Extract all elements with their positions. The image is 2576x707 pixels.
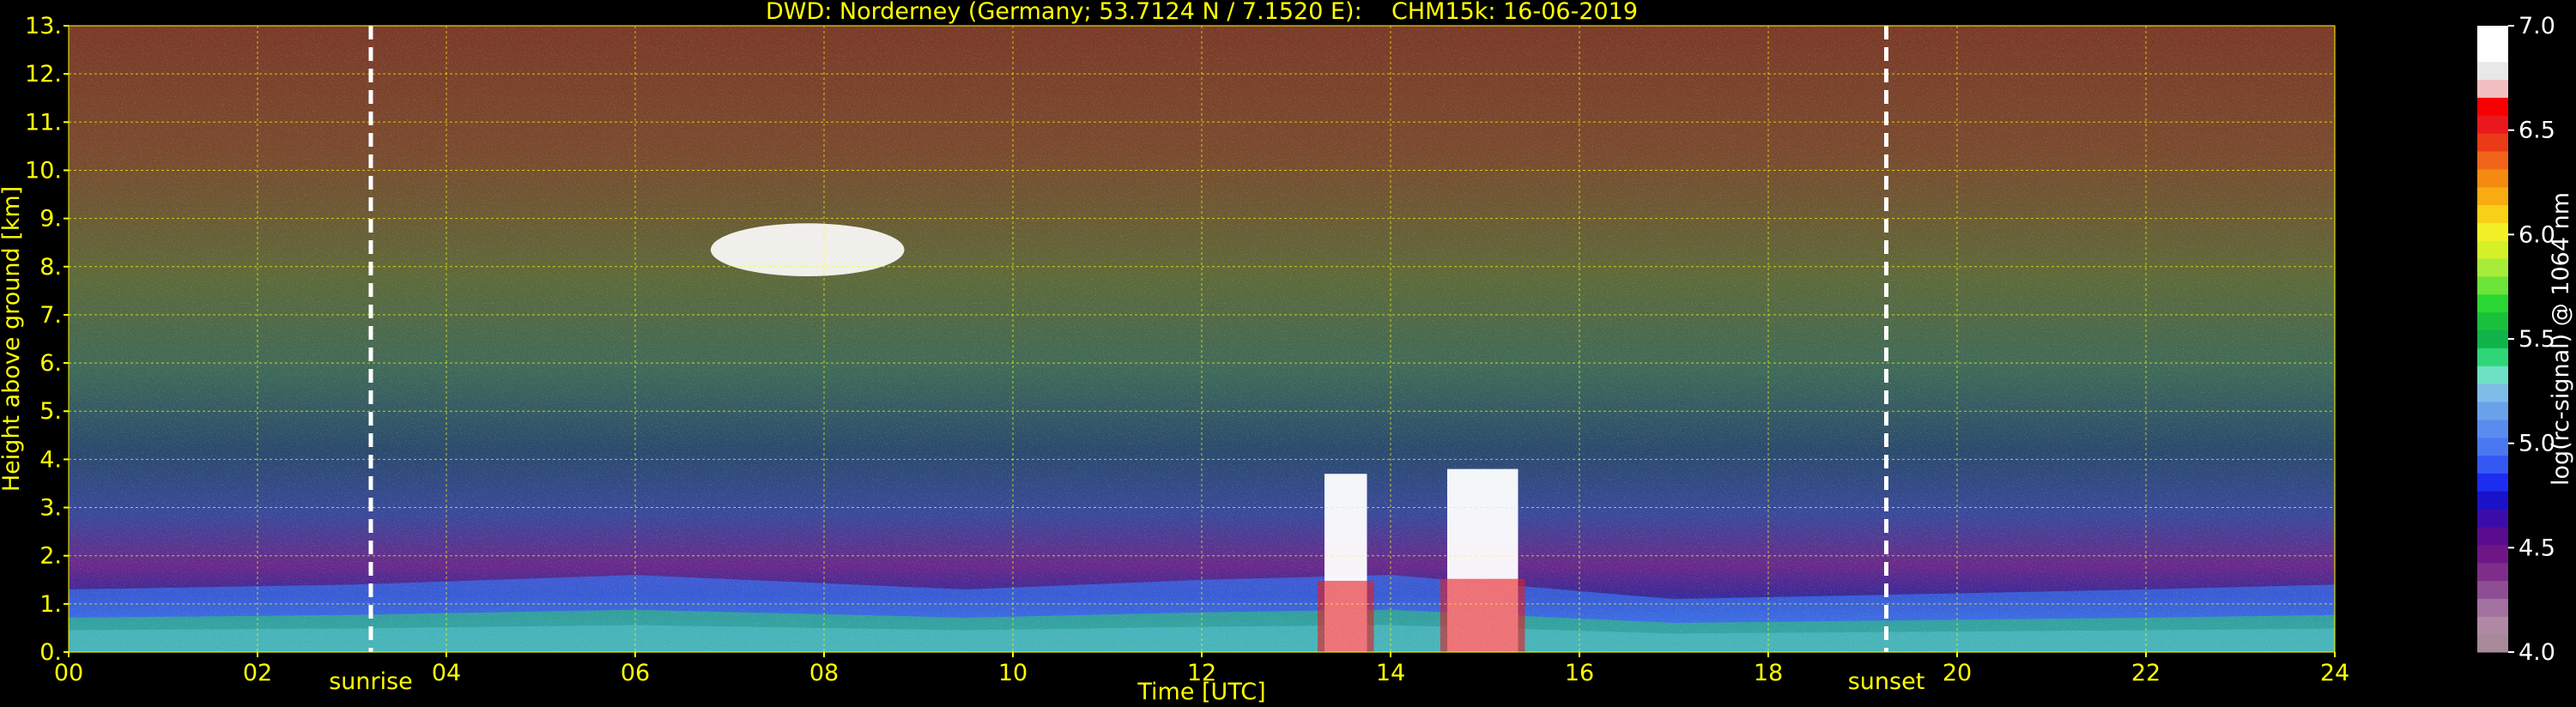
colorbar-band: [2477, 43, 2508, 63]
colorbar-band: [2477, 258, 2508, 277]
colorbar-band: [2477, 616, 2508, 635]
colorbar-band: [2477, 311, 2508, 331]
y-tick-label: 11.: [25, 109, 62, 136]
colorbar-band: [2477, 509, 2508, 528]
x-tick-label: 08: [809, 660, 839, 686]
colorbar-band: [2477, 562, 2508, 582]
colorbar-band: [2477, 419, 2508, 438]
event-labels: sunrise sunset: [329, 668, 1924, 695]
colorbar-band: [2477, 402, 2508, 420]
x-tick-label: 02: [243, 660, 272, 686]
y-tick-label: 5.: [39, 398, 62, 425]
colorbar-band: [2477, 186, 2508, 206]
colorbar: 4.04.55.05.56.06.57.0: [2477, 13, 2555, 666]
colorbar-band: [2477, 133, 2508, 152]
y-tick-label: 13.: [25, 13, 62, 39]
colorbar-band: [2477, 61, 2508, 81]
x-tick-label: 20: [1943, 660, 1972, 686]
colorbar-band: [2477, 455, 2508, 474]
colorbar-tick-label: 4.0: [2518, 639, 2555, 666]
x-tick-label: 24: [2320, 660, 2349, 686]
colorbar-tick-label: 7.0: [2518, 13, 2555, 39]
x-tick-label: 06: [621, 660, 650, 686]
colorbar-band: [2477, 151, 2508, 170]
sunset-label: sunset: [1848, 668, 1925, 695]
colorbar-band: [2477, 115, 2508, 134]
colorbar-band: [2477, 204, 2508, 223]
y-tick-label: 7.: [39, 302, 62, 329]
y-tick-label: 8.: [39, 254, 62, 281]
colorbar-band: [2477, 598, 2508, 617]
ceilometer-chart: DWD: Norderney (Germany; 53.7124 N / 7.1…: [0, 0, 2574, 705]
y-axis-label: Height above ground [km]: [0, 186, 25, 492]
y-tick-label: 0.: [39, 639, 62, 666]
x-axis-label: Time [UTC]: [1136, 679, 1265, 705]
colorbar-band: [2477, 347, 2508, 366]
colorbar-band: [2477, 366, 2508, 384]
x-tick-label: 14: [1376, 660, 1405, 686]
y-tick-label: 1.: [39, 591, 62, 618]
x-tick-label: 10: [998, 660, 1027, 686]
colorbar-band: [2477, 384, 2508, 402]
x-tick-label: 04: [432, 660, 461, 686]
colorbar-band: [2477, 168, 2508, 188]
colorbar-band: [2477, 329, 2508, 348]
colorbar-label: log(rc-signal) @ 1064 nm: [2548, 192, 2574, 486]
x-tick-label: 16: [1565, 660, 1594, 686]
colorbar-band: [2477, 26, 2508, 45]
colorbar-band: [2477, 79, 2508, 98]
colorbar-band: [2477, 240, 2508, 259]
y-tick-label: 10.: [25, 157, 62, 184]
colorbar-tick-label: 6.5: [2518, 118, 2555, 144]
colorbar-band: [2477, 97, 2508, 116]
x-tick-label: 18: [1754, 660, 1783, 686]
colorbar-band: [2477, 222, 2508, 241]
colorbar-band: [2477, 293, 2508, 313]
colorbar-band: [2477, 276, 2508, 295]
y-axis: 0. 1. 2. 3. 4. 5. 6. 7. 8. 9. 10. 11. 12. 13.: [25, 13, 69, 666]
colorbar-band: [2477, 580, 2508, 599]
colorbar-band: [2477, 437, 2508, 456]
y-tick-label: 2.: [39, 543, 62, 570]
y-tick-label: 9.: [39, 206, 62, 233]
colorbar-tick-label: 4.5: [2518, 535, 2555, 561]
colorbar-band: [2477, 491, 2508, 510]
y-tick-label: 6.: [39, 350, 62, 377]
colorbar-band: [2477, 527, 2508, 546]
colorbar-band: [2477, 473, 2508, 492]
colorbar-band: [2477, 634, 2508, 653]
colorbar-band: [2477, 544, 2508, 564]
plot-area: [69, 26, 2335, 652]
y-tick-label: 4.: [39, 446, 62, 473]
chart-title: DWD: Norderney (Germany; 53.7124 N / 7.1…: [766, 0, 1638, 25]
y-tick-label: 12.: [25, 61, 62, 88]
y-tick-label: 3.: [39, 495, 62, 522]
x-tick-label: 22: [2131, 660, 2161, 686]
sunrise-label: sunrise: [329, 668, 413, 695]
